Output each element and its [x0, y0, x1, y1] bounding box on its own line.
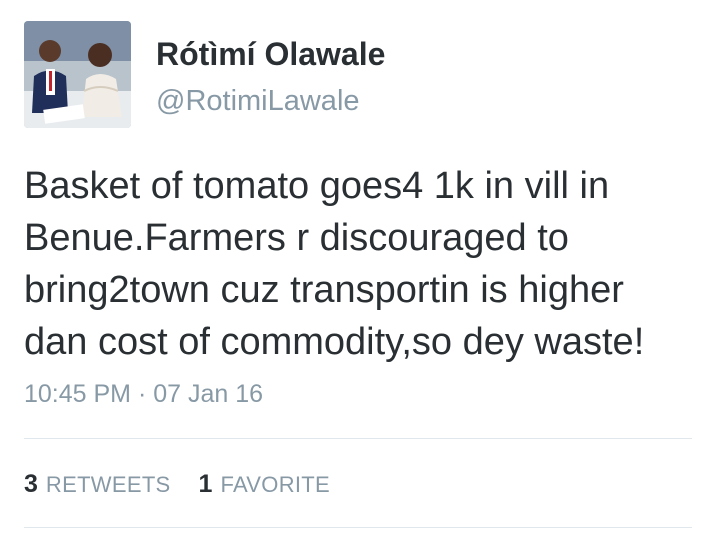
retweets-label: RETWEETS — [45, 472, 171, 497]
display-name[interactable]: Rótìmí Olawale — [156, 36, 385, 73]
avatar-photo — [24, 21, 131, 128]
favorites-label: FAVORITE — [220, 472, 331, 497]
user-handle[interactable]: @RotimiLawale — [156, 85, 360, 118]
tweet-card: Rótìmí Olawale @RotimiLawale Basket of t… — [0, 0, 716, 539]
tweet-text: Basket of tomato goes4 1k in vill in Ben… — [24, 165, 645, 363]
favorites-stat[interactable]: 1 FAVORITE — [199, 470, 330, 499]
retweets-stat[interactable]: 3 RETWEETS — [24, 470, 171, 499]
tweet-stats: 3 RETWEETS 1 FAVORITE — [24, 470, 330, 499]
tweet-timestamp[interactable]: 10:45 PM · 07 Jan 16 — [24, 380, 263, 409]
retweets-count: 3 — [24, 470, 38, 498]
divider — [24, 438, 692, 439]
favorites-count: 1 — [198, 470, 213, 498]
divider — [24, 527, 692, 528]
avatar[interactable] — [24, 21, 131, 128]
